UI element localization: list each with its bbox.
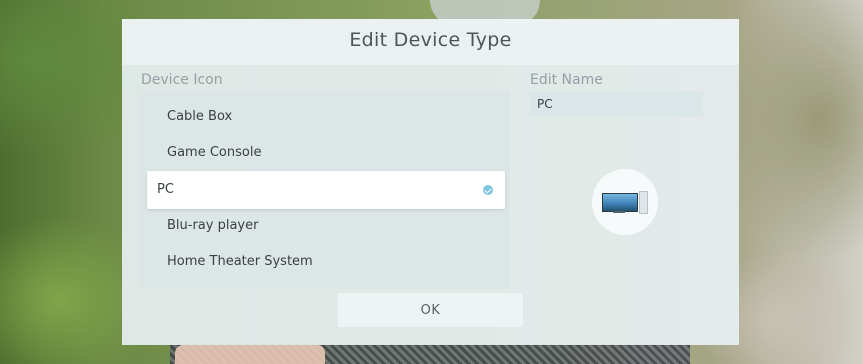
device-icon-label: Device Icon <box>141 72 223 88</box>
tv-screen: Edit Device Type Device Icon Edit Name C… <box>0 0 863 364</box>
edit-name-label: Edit Name <box>530 72 603 88</box>
dialog-header: Edit Device Type <box>122 19 739 65</box>
device-option-label: Home Theater System <box>167 254 313 269</box>
background-photo-hand <box>175 345 325 364</box>
device-option-pc[interactable]: PC <box>147 171 505 209</box>
device-option-label: PC <box>157 182 174 197</box>
device-option-label: Cable Box <box>167 109 233 124</box>
ok-button[interactable]: OK <box>338 293 523 327</box>
device-option-label: Blu-ray player <box>167 218 259 233</box>
pc-tower-icon <box>639 191 648 214</box>
pc-monitor-icon <box>602 193 638 212</box>
device-option-label: Game Console <box>167 145 262 160</box>
device-icon-list: Cable Box Game Console PC Blu-ray player… <box>140 91 510 287</box>
device-preview <box>592 169 658 235</box>
device-option-blu-ray-player[interactable]: Blu-ray player <box>140 208 510 244</box>
device-option-game-console[interactable]: Game Console <box>140 135 510 171</box>
device-option-cable-box[interactable]: Cable Box <box>140 99 510 135</box>
edit-name-field[interactable]: PC <box>529 91 703 117</box>
dialog-title: Edit Device Type <box>349 29 512 51</box>
edit-device-type-dialog: Edit Device Type Device Icon Edit Name C… <box>122 19 739 345</box>
device-option-home-theater-system[interactable]: Home Theater System <box>140 244 510 280</box>
selected-check-icon <box>483 185 493 195</box>
monitor-stand <box>613 211 625 213</box>
